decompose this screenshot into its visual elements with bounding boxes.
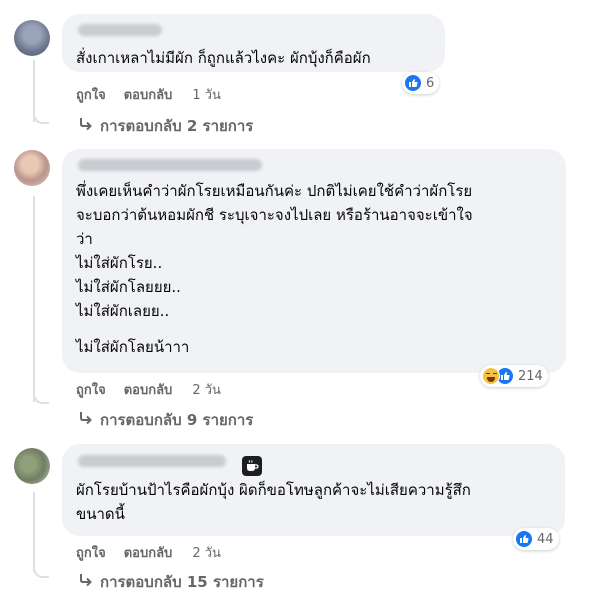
haha-icon [482,367,500,385]
author-name-blurred[interactable] [78,455,226,467]
reaction-badge[interactable]: 44 [513,528,559,550]
thread-line [33,196,35,402]
comment-line: ว่า [76,230,93,248]
reaction-count: 214 [518,368,543,384]
comment-line: จะบอกว่าต้นหอมผักชี ระบุเจาะจงไปเลย หรือ… [76,206,473,224]
thread-curve [33,112,49,124]
author-name-blurred[interactable] [78,159,262,171]
view-replies-button[interactable]: การตอบกลับ 2 รายการ [78,114,253,138]
reply-button[interactable]: ตอบกลับ [124,84,173,105]
thread-curve [33,566,49,578]
thread-curve [33,392,49,404]
comment-actions: ถูกใจ ตอบกลับ 2 วัน [76,379,221,400]
replies-label: การตอบกลับ 2 รายการ [100,117,254,135]
author-name-blurred[interactable] [78,24,162,36]
comment-line: ไม่ใส่ผักโลยยย.. [76,278,181,296]
replies-label: การตอบกลับ 15 รายการ [100,573,264,591]
comment-line: ผักโรยบ้านป้าไรคือผักบุ้ง ผิดก็ขอโทษลูกค… [76,481,471,499]
reply-button[interactable]: ตอบกลับ [124,379,173,400]
timestamp[interactable]: 2 วัน [192,542,221,563]
reply-arrow-icon [78,411,94,429]
comment-bubble: พึ่งเคยเห็นคำว่าผักโรยเหมือนกันค่ะ ปกติไ… [62,149,566,373]
view-replies-button[interactable]: การตอบกลับ 9 รายการ [78,408,253,432]
view-replies-button[interactable]: การตอบกลับ 15 รายการ [78,570,264,594]
like-button[interactable]: ถูกใจ [76,379,106,400]
comment-line: ไม่ใส่ผักโรย.. [76,254,163,272]
comment-line: ไม่ใส่ผักโลยน้าาา [76,338,190,356]
comment-actions: ถูกใจ ตอบกลับ 1 วัน [76,84,221,105]
timestamp[interactable]: 1 วัน [192,84,221,105]
comment-text: ผักโรยบ้านป้าไรคือผักบุ้ง ผิดก็ขอโทษลูกค… [76,478,471,526]
reaction-badge[interactable]: 214 [480,365,548,387]
avatar[interactable] [14,448,50,484]
comment-bubble: ผักโรยบ้านป้าไรคือผักบุ้ง ผิดก็ขอโทษลูกค… [62,444,565,536]
comment-line: ไม่ใส่ผักเลยย.. [76,302,170,320]
reaction-count: 44 [537,531,554,547]
like-button[interactable]: ถูกใจ [76,84,106,105]
comment-line: พึ่งเคยเห็นคำว่าผักโรยเหมือนกันค่ะ ปกติไ… [76,182,473,200]
thread-line [33,492,35,572]
timestamp[interactable]: 2 วัน [192,379,221,400]
replies-label: การตอบกลับ 9 รายการ [100,411,254,429]
like-icon [515,530,533,548]
reply-button[interactable]: ตอบกลับ [124,542,173,563]
comment-actions: ถูกใจ ตอบกลับ 2 วัน [76,542,221,563]
comments-section: สั่งเกาเหลาไม่มีผัก ก็ถูกแล้วไงคะ ผักบุ้… [0,0,604,606]
avatar[interactable] [14,150,50,186]
comment-text: สั่งเกาเหลาไม่มีผัก ก็ถูกแล้วไงคะ ผักบุ้… [76,46,371,70]
comment-text: พึ่งเคยเห็นคำว่าผักโรยเหมือนกันค่ะ ปกติไ… [76,179,473,359]
like-icon [404,74,422,92]
coffee-icon [242,456,262,476]
like-button[interactable]: ถูกใจ [76,542,106,563]
comment-line: ขนาดนี้ [76,505,125,523]
reaction-count: 6 [426,75,435,91]
comment-line: สั่งเกาเหลาไม่มีผัก ก็ถูกแล้วไงคะ ผักบุ้… [76,49,371,67]
comment-bubble: สั่งเกาเหลาไม่มีผัก ก็ถูกแล้วไงคะ ผักบุ้… [62,14,445,72]
reply-arrow-icon [78,117,94,135]
reaction-badge[interactable]: 6 [402,72,440,94]
reply-arrow-icon [78,573,94,591]
avatar[interactable] [14,20,50,56]
